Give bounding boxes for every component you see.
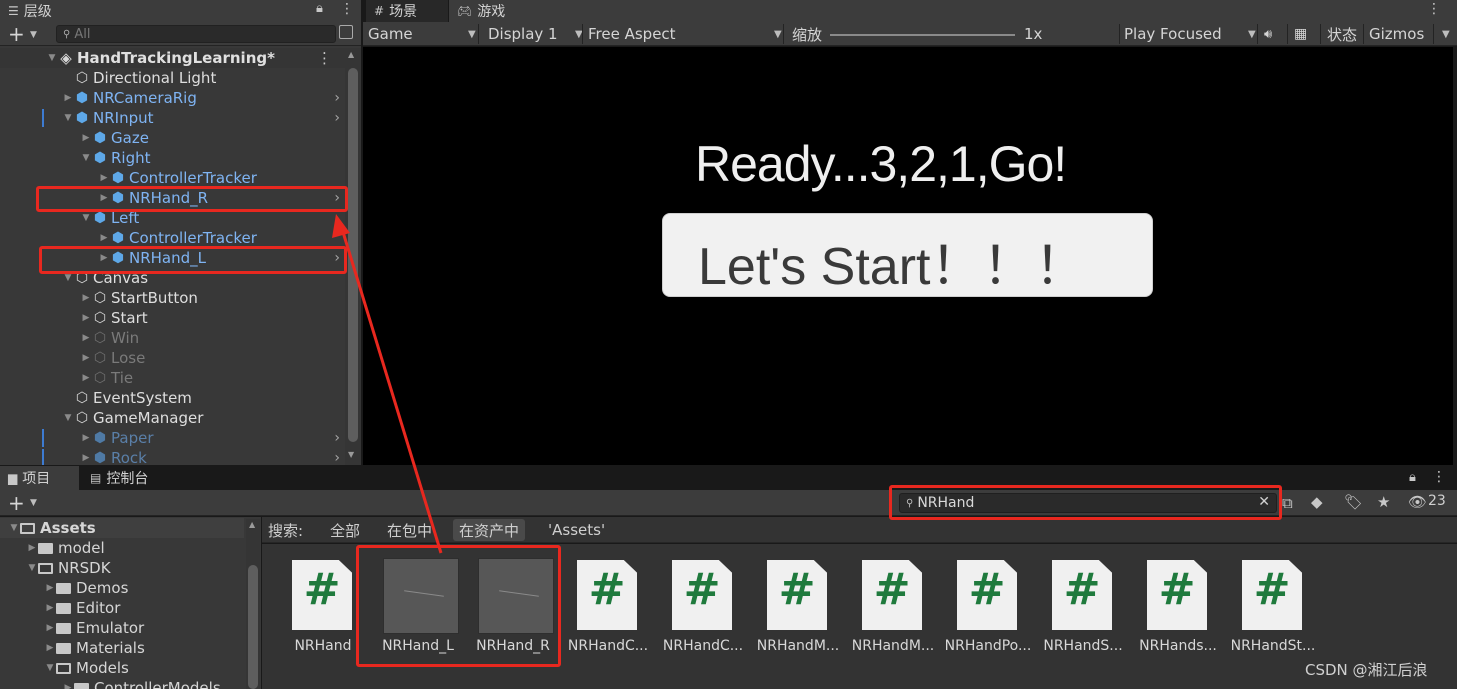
annotation-arrow-line bbox=[341, 231, 443, 554]
watermark: CSDN @湘江后浪 bbox=[1305, 661, 1428, 679]
annotation-arrow-head bbox=[332, 214, 350, 238]
annotation-arrow bbox=[332, 214, 443, 554]
